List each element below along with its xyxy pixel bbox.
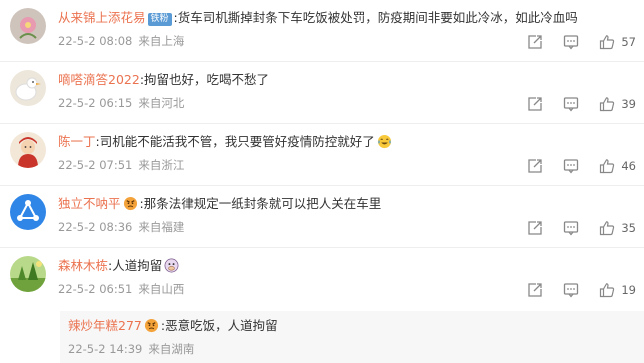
share-icon[interactable] <box>527 158 543 174</box>
reply-text: 恶意吃饭，人道拘留 <box>165 318 278 333</box>
like-count: 35 <box>621 221 636 235</box>
reply-content: 辣炒年糕277:恶意吃饭，人道拘留 <box>68 317 634 335</box>
reply-item: 辣炒年糕277:恶意吃饭，人道拘留 22-5-2 14:39 来自湖南 <box>60 311 644 363</box>
comment-location: 来自上海 <box>138 34 185 48</box>
comment-date: 22-5-2 08:36 <box>58 220 133 234</box>
comment-meta: 22-5-2 07:51 来自浙江 <box>58 157 184 173</box>
username-link[interactable]: 陈一丁 <box>58 134 96 149</box>
comment-icon[interactable] <box>563 220 579 236</box>
avatar[interactable] <box>10 256 46 292</box>
comment-item: 陈一丁:司机能不能活我不管，我只要管好疫情防控就好了 22-5-2 07:51 来… <box>0 124 644 186</box>
share-icon[interactable] <box>527 96 543 112</box>
avatar[interactable] <box>10 70 46 106</box>
comment-date: 22-5-2 07:51 <box>58 158 133 172</box>
like-count: 19 <box>621 283 636 297</box>
like-icon[interactable] <box>599 96 615 112</box>
comment-content: 独立不呐平:那条法律规定一纸封条就可以把人关在车里 <box>58 195 634 213</box>
laugh-cry-emoji-icon <box>377 134 392 149</box>
comment-meta: 22-5-2 06:15 来自河北 <box>58 95 184 111</box>
like-count: 39 <box>621 97 636 111</box>
comment-actions: 57 <box>507 33 636 51</box>
username-link[interactable]: 独立不呐平 <box>58 196 121 211</box>
like-icon[interactable] <box>599 220 615 236</box>
comment-date: 22-5-2 06:51 <box>58 282 133 296</box>
comment-content: 嘀嗒滴答2022:拘留也好，吃喝不愁了 <box>58 71 634 89</box>
comment-meta: 22-5-2 08:08 来自上海 <box>58 33 184 49</box>
like-icon[interactable] <box>599 282 615 298</box>
comment-text: 那条法律规定一纸封条就可以把人关在车里 <box>143 196 382 211</box>
avatar[interactable] <box>10 194 46 230</box>
avatar[interactable] <box>10 132 46 168</box>
comment-text: 人道拘留 <box>112 258 163 273</box>
comment-location: 来自浙江 <box>138 158 185 172</box>
comment-text: 拘留也好，吃喝不愁了 <box>144 72 270 87</box>
comment-content: 从来锦上添花易 铁粉:货车司机撕掉封条下车吃饭被处罚，防疫期间非要如此冷冰，如此冷… <box>58 9 634 27</box>
avatar[interactable] <box>10 8 46 44</box>
share-icon[interactable] <box>527 282 543 298</box>
comment-actions: 39 <box>507 95 636 113</box>
comment-icon[interactable] <box>563 34 579 50</box>
comment-icon[interactable] <box>563 158 579 174</box>
share-icon[interactable] <box>527 220 543 236</box>
like-count: 57 <box>621 35 636 49</box>
like-icon[interactable] <box>599 34 615 50</box>
share-icon[interactable] <box>527 34 543 50</box>
like-count: 46 <box>621 159 636 173</box>
like-icon[interactable] <box>599 158 615 174</box>
comment-location: 来自山西 <box>138 282 185 296</box>
username-link[interactable]: 从来锦上添花易 <box>58 10 146 25</box>
username-link[interactable]: 嘀嗒滴答2022 <box>58 72 140 87</box>
comment-actions: 35 <box>507 219 636 237</box>
comment-item: 独立不呐平:那条法律规定一纸封条就可以把人关在车里 22-5-2 08:36 来自… <box>0 186 644 248</box>
comment-item: 森林木栋:人道拘留 22-5-2 06:51 来自山西 19 <box>0 248 644 310</box>
comment-icon[interactable] <box>563 282 579 298</box>
comment-actions: 46 <box>507 157 636 175</box>
comment-item: 从来锦上添花易 铁粉:货车司机撕掉封条下车吃饭被处罚，防疫期间非要如此冷冰，如此冷… <box>0 0 644 62</box>
username-link[interactable]: 森林木栋 <box>58 258 108 273</box>
comment-content: 森林木栋:人道拘留 <box>58 257 634 275</box>
comment-date: 22-5-2 06:15 <box>58 96 133 110</box>
comment-content: 陈一丁:司机能不能活我不管，我只要管好疫情防控就好了 <box>58 133 634 151</box>
comment-location: 来自河北 <box>138 96 185 110</box>
angry-emoji-icon <box>144 318 159 333</box>
reply-meta: 22-5-2 14:39 来自湖南 <box>68 341 194 357</box>
comment-meta: 22-5-2 08:36 来自福建 <box>58 219 184 235</box>
hand-over-mouth-emoji-icon <box>164 258 179 273</box>
angry-emoji-icon <box>123 196 138 211</box>
username-link[interactable]: 辣炒年糕277 <box>68 318 142 333</box>
comment-text: 司机能不能活我不管，我只要管好疫情防控就好了 <box>99 134 375 149</box>
comment-actions: 19 <box>507 281 636 299</box>
comment-item: 嘀嗒滴答2022:拘留也好，吃喝不愁了 22-5-2 06:15 来自河北 39 <box>0 62 644 124</box>
comment-meta: 22-5-2 06:51 来自山西 <box>58 281 184 297</box>
comment-date: 22-5-2 08:08 <box>58 34 133 48</box>
fan-badge: 铁粉 <box>147 13 172 26</box>
reply-location: 来自湖南 <box>148 342 195 356</box>
comment-icon[interactable] <box>563 96 579 112</box>
reply-date: 22-5-2 14:39 <box>68 342 143 356</box>
comment-text: 货车司机撕掉封条下车吃饭被处罚，防疫期间非要如此冷冰，如此冷血吗 <box>177 10 578 25</box>
comment-location: 来自福建 <box>138 220 185 234</box>
